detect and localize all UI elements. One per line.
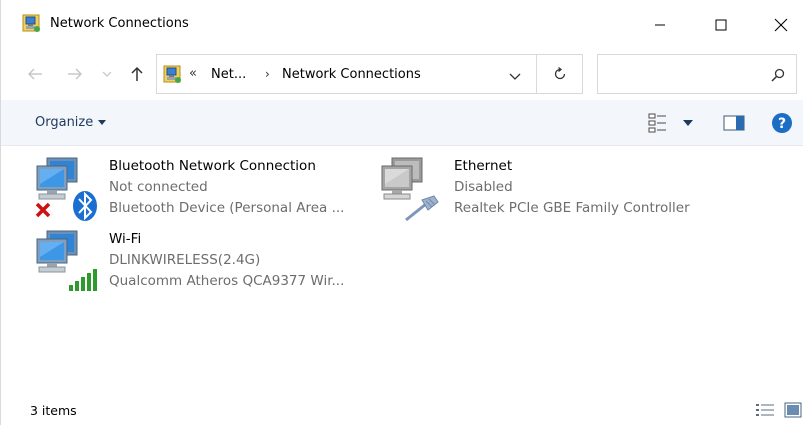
refresh-icon (554, 66, 565, 80)
connection-status: DLINKWIRELESS(2.4G) (109, 252, 261, 268)
details-view-icon[interactable] (755, 403, 775, 417)
recent-locations-button[interactable] (100, 62, 114, 86)
help-button[interactable]: ? (770, 112, 794, 134)
chevron-down-icon[interactable] (507, 68, 523, 84)
connections-list: Bluetooth Network Connection Not connect… (1, 146, 803, 394)
caret-down-icon (683, 120, 693, 126)
chevron-down-icon (98, 120, 107, 125)
breadcrumb-separator[interactable]: › (265, 67, 270, 81)
minimize-button[interactable] (637, 8, 683, 42)
svg-text:?: ? (778, 116, 786, 132)
item-count: 3 items (30, 403, 77, 418)
bluetooth-network-icon (33, 154, 101, 222)
preview-pane-icon (723, 115, 745, 131)
wifi-network-icon (33, 227, 101, 295)
breadcrumb-network[interactable]: Net... (211, 67, 246, 82)
connection-name: Bluetooth Network Connection (109, 158, 316, 174)
title-bar[interactable]: Network Connections (1, 0, 803, 50)
search-input[interactable] (604, 63, 764, 85)
breadcrumb-network-connections[interactable]: Network Connections (282, 67, 421, 82)
navigation-bar: « Net... › Network Connections (1, 52, 803, 96)
preview-pane-button[interactable] (721, 112, 747, 134)
details-view-icon (648, 113, 666, 133)
search-box[interactable] (597, 54, 797, 94)
breadcrumb-overflow[interactable]: « (189, 66, 197, 81)
connection-name: Wi-Fi (109, 231, 142, 247)
list-item-bluetooth[interactable]: Bluetooth Network Connection Not connect… (33, 154, 344, 224)
command-bar: Organize ? (1, 100, 803, 146)
forward-button[interactable] (63, 62, 87, 86)
organize-button[interactable]: Organize (35, 115, 107, 130)
connection-device: Qualcomm Atheros QCA9377 Wir... (109, 273, 345, 289)
change-view-button[interactable] (647, 112, 669, 134)
address-bar[interactable]: « Net... › Network Connections (156, 54, 537, 94)
up-button[interactable] (125, 62, 149, 86)
search-icon[interactable] (770, 67, 786, 83)
network-connections-icon (22, 14, 42, 34)
network-connections-icon (163, 65, 183, 85)
list-item-ethernet[interactable]: Ethernet Disabled Realtek PCIe GBE Famil… (378, 154, 690, 224)
maximize-button[interactable] (698, 8, 744, 42)
connection-status: Disabled (454, 179, 513, 195)
close-button[interactable] (758, 8, 803, 42)
ethernet-icon (378, 154, 446, 222)
connection-device: Realtek PCIe GBE Family Controller (454, 200, 690, 216)
view-options-dropdown[interactable] (681, 112, 695, 134)
organize-label: Organize (35, 115, 94, 130)
refresh-button[interactable] (537, 54, 583, 94)
list-item-wifi[interactable]: Wi-Fi DLINKWIRELESS(2.4G) Qualcomm Ather… (33, 227, 344, 297)
status-bar: 3 items (1, 395, 803, 425)
back-button[interactable] (23, 62, 47, 86)
connection-device: Bluetooth Device (Personal Area ... (109, 200, 345, 216)
help-icon: ? (772, 113, 792, 133)
network-connections-window: Network Connections « Net... › Network C… (0, 0, 803, 425)
large-icons-view-icon[interactable] (784, 402, 802, 418)
connection-name: Ethernet (454, 158, 513, 174)
window-title: Network Connections (50, 16, 189, 31)
connection-status: Not connected (109, 179, 208, 195)
